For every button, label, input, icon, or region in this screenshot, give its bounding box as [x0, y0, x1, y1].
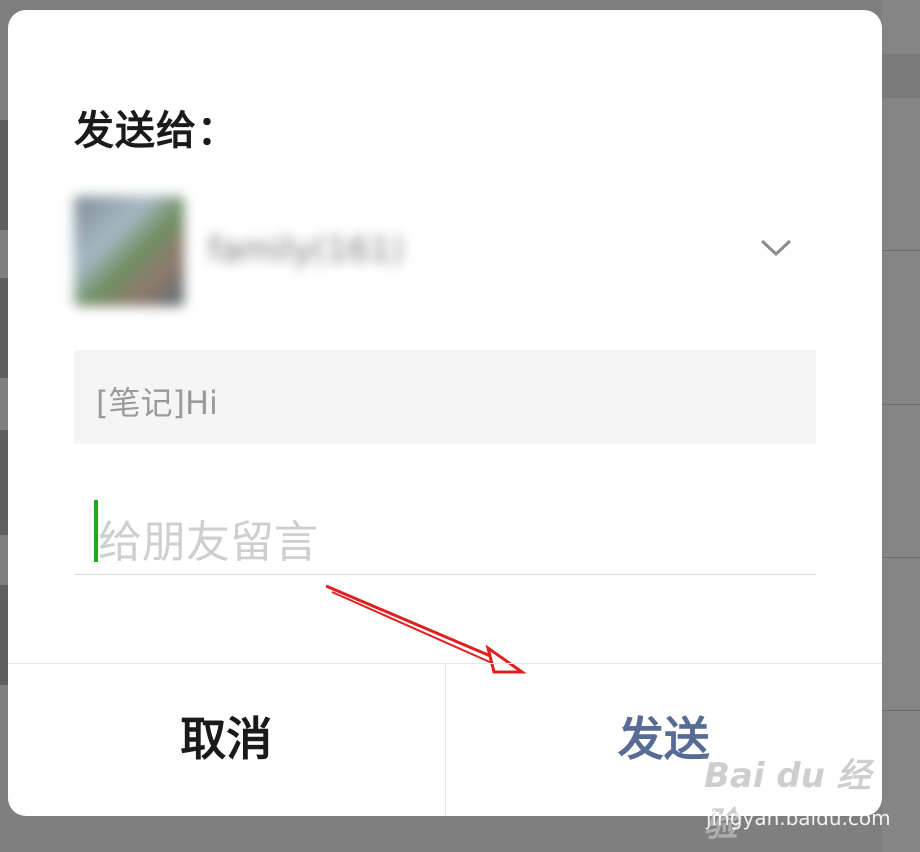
background-thumbnail-strip — [0, 585, 8, 685]
cancel-button[interactable]: 取消 — [8, 664, 446, 816]
watermark-logo: Bai du 经验 — [704, 756, 871, 845]
background-thumbnail-strip — [0, 430, 8, 535]
recipient-name: family(161) — [208, 230, 405, 270]
recipient-row[interactable]: family(161) — [74, 192, 816, 312]
background-divider — [882, 250, 920, 251]
watermark-url: jingyan.baidu.com — [706, 806, 891, 830]
message-input[interactable]: 给朋友留言 — [74, 488, 816, 575]
background-list — [882, 0, 920, 852]
background-thumbnail-strip — [0, 120, 8, 230]
background-thumbnail-strip — [0, 278, 8, 378]
shared-content-preview: [笔记]Hi — [74, 350, 816, 444]
share-dialog: 发送给： family(161) [笔记]Hi 给朋友留言 取消 发送 — [8, 10, 882, 816]
chevron-down-icon[interactable] — [756, 228, 796, 268]
recipient-avatar — [74, 196, 184, 306]
baidu-watermark: Bai du 经验 jingyan.baidu.com — [704, 748, 891, 845]
background-divider — [882, 557, 920, 558]
dialog-title: 发送给： — [74, 108, 238, 154]
background-divider — [882, 710, 920, 711]
preview-text: [笔记]Hi — [96, 384, 218, 422]
background-divider — [882, 404, 920, 405]
background-header — [882, 54, 920, 98]
message-placeholder: 给朋友留言 — [98, 517, 318, 568]
